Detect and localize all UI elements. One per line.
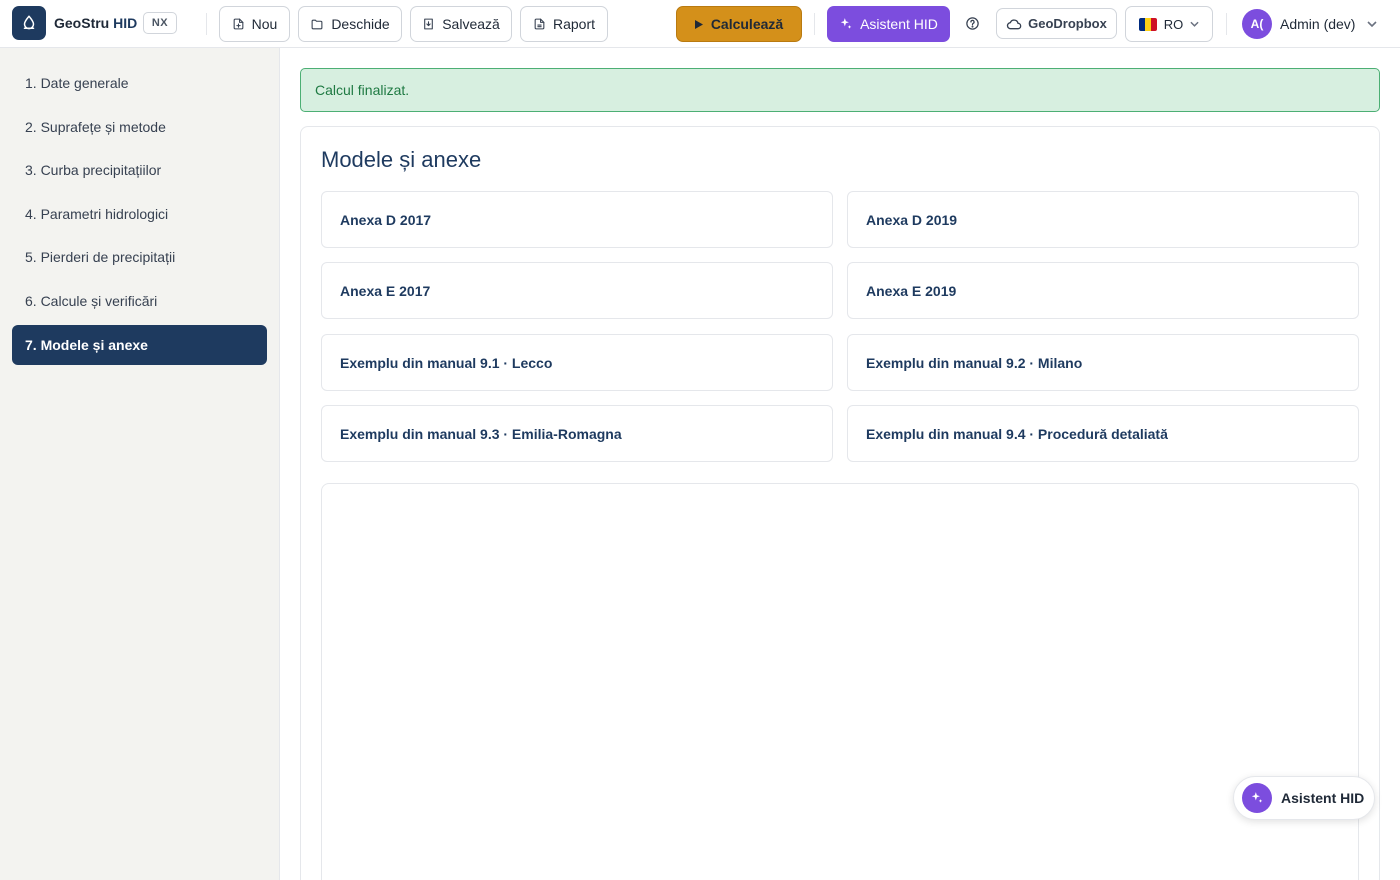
report-button-label: Raport <box>552 16 596 32</box>
folder-icon <box>311 19 323 29</box>
new-file-icon <box>233 18 244 30</box>
divider <box>1226 13 1227 35</box>
calculate-button-label: Calculează <box>710 16 784 32</box>
play-icon <box>694 19 703 29</box>
sidebar-item-precipitation-losses[interactable]: 5. Pierderi de precipitații <box>12 237 267 277</box>
divider <box>206 13 207 35</box>
success-alert: Calcul finalizat. <box>300 68 1380 112</box>
save-button[interactable]: Salvează <box>410 6 512 42</box>
open-button-label: Deschide <box>331 16 390 32</box>
language-label: RO <box>1163 16 1184 32</box>
model-card-annex-d-2017[interactable]: Anexa D 2017 <box>321 191 833 248</box>
chevron-down-icon <box>1190 21 1199 27</box>
app-logo[interactable] <box>12 6 46 40</box>
chevron-down-icon <box>1367 20 1378 27</box>
new-button[interactable]: Nou <box>219 6 290 42</box>
assistant-button[interactable]: Asistent HID <box>827 6 950 42</box>
help-icon[interactable] <box>965 16 980 31</box>
sparkle-icon <box>840 18 852 29</box>
save-button-label: Salvează <box>442 16 500 32</box>
language-select[interactable]: RO <box>1125 6 1213 42</box>
assistant-button-label: Asistent HID <box>860 16 938 32</box>
edition-badge: NX <box>143 12 177 34</box>
sidebar-item-models-annexes[interactable]: 7. Modele și anexe <box>12 325 267 365</box>
open-button[interactable]: Deschide <box>298 6 402 42</box>
preview-area <box>321 483 1359 880</box>
bell-icon <box>23 15 35 30</box>
new-button-label: Nou <box>251 16 278 32</box>
app-name: GeoStru HID <box>54 15 137 31</box>
report-button[interactable]: Raport <box>520 6 608 42</box>
geodropbox-button[interactable]: GeoDropbox <box>996 8 1117 39</box>
app-name-main: GeoStru <box>54 15 110 31</box>
sidebar-item-precipitation-curve[interactable]: 3. Curba precipitațiilor <box>12 150 267 190</box>
geodropbox-label: GeoDropbox <box>1028 16 1107 31</box>
divider <box>814 13 815 35</box>
calculate-button[interactable]: Calculează <box>676 6 802 42</box>
app-name-accent: HID <box>113 15 138 31</box>
floating-assistant-label: Asistent HID <box>1281 790 1365 806</box>
model-card-example-9-4[interactable]: Exemplu din manual 9.4 · Procedură detal… <box>847 405 1359 462</box>
avatar: A( <box>1242 8 1272 39</box>
sidebar: 1. Date generale 2. Suprafețe și metode … <box>0 48 280 880</box>
model-card-example-9-1[interactable]: Exemplu din manual 9.1 · Lecco <box>321 334 833 391</box>
model-card-example-9-3[interactable]: Exemplu din manual 9.3 · Emilia-Romagna <box>321 405 833 462</box>
model-card-annex-e-2019[interactable]: Anexa E 2019 <box>847 262 1359 319</box>
top-bar: GeoStru HID NX Nou Deschide Salvează Rap… <box>0 0 1400 48</box>
cloud-icon <box>1006 18 1022 29</box>
sidebar-item-surfaces-methods[interactable]: 2. Suprafețe și metode <box>12 107 267 147</box>
user-menu[interactable]: A( Admin (dev) <box>1242 8 1378 39</box>
sidebar-item-hydrologic-parameters[interactable]: 4. Parametri hidrologici <box>12 194 267 234</box>
romania-flag-icon <box>1138 17 1157 31</box>
model-card-annex-d-2019[interactable]: Anexa D 2019 <box>847 191 1359 248</box>
model-card-example-9-2[interactable]: Exemplu din manual 9.2 · Milano <box>847 334 1359 391</box>
model-card-annex-e-2017[interactable]: Anexa E 2017 <box>321 262 833 319</box>
page-title: Modele și anexe <box>321 147 482 172</box>
floating-assistant-button[interactable]: Asistent HID <box>1233 776 1375 820</box>
report-icon <box>534 18 545 30</box>
sparkle-icon <box>1242 783 1272 813</box>
sidebar-item-calculations-checks[interactable]: 6. Calcule și verificări <box>12 281 267 321</box>
user-name: Admin (dev) <box>1280 15 1356 32</box>
sidebar-item-general-data[interactable]: 1. Date generale <box>12 63 267 103</box>
save-icon <box>424 18 434 30</box>
